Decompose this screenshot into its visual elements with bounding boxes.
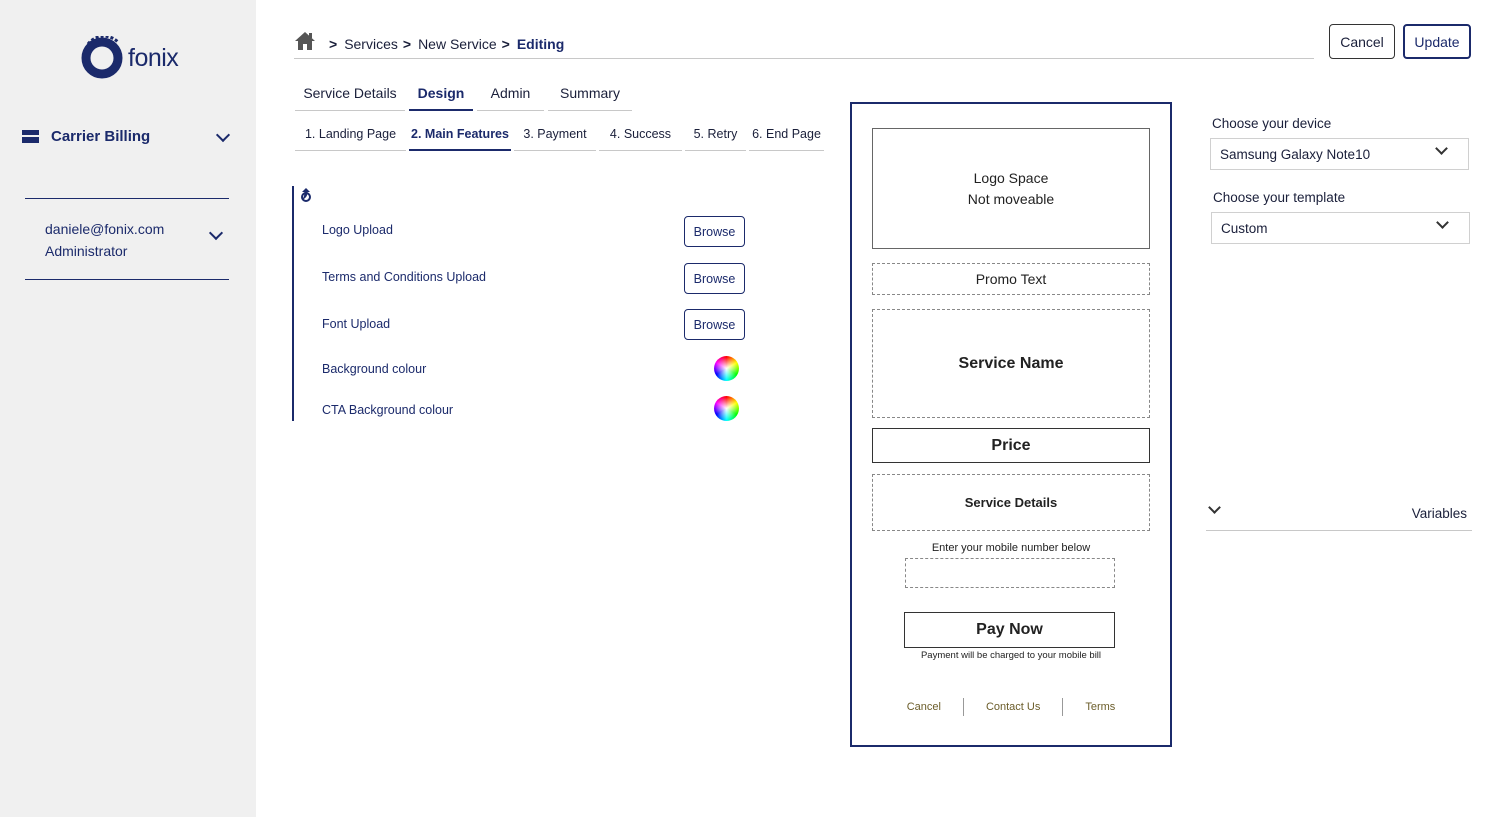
logo-upload-label: Logo Upload: [322, 223, 393, 237]
breadcrumb-editing: Editing: [516, 36, 565, 52]
device-label: Choose your device: [1212, 116, 1332, 131]
fonix-logo-icon: [80, 34, 124, 80]
preview-mobile-input[interactable]: [905, 558, 1115, 588]
terms-browse-button[interactable]: Browse: [684, 263, 745, 294]
chevron-down-icon: [1436, 216, 1449, 229]
preview-price[interactable]: Price: [872, 428, 1150, 463]
breadcrumb-services[interactable]: Services: [344, 36, 398, 52]
subtab-success[interactable]: 4. Success: [599, 124, 682, 151]
sidebar-item-label: Carrier Billing: [51, 128, 151, 145]
home-icon[interactable]: [294, 31, 316, 51]
sidebar-divider: [25, 279, 229, 280]
logo-browse-button[interactable]: Browse: [684, 216, 745, 247]
subtab-end-page[interactable]: 6. End Page: [749, 124, 824, 151]
breadcrumb-separator: >: [501, 36, 510, 52]
cta-colour-picker-icon[interactable]: [714, 396, 739, 421]
template-select-value: Custom: [1221, 220, 1268, 236]
preview-pay-now-button[interactable]: Pay Now: [904, 612, 1115, 648]
chevron-down-icon[interactable]: [1208, 501, 1221, 514]
user-role: Administrator: [45, 243, 128, 259]
variables-accordion[interactable]: Variables: [1206, 500, 1472, 531]
preview-footer-cancel[interactable]: Cancel: [885, 701, 963, 713]
breadcrumb-separator: >: [329, 36, 338, 52]
preview-logo-line2: Not moveable: [967, 190, 1055, 207]
main-tabs: Service Details Design Admin Summary: [295, 80, 636, 111]
chevron-down-icon: [1435, 142, 1448, 155]
tab-admin[interactable]: Admin: [477, 80, 544, 111]
user-email: daniele@fonix.com: [45, 221, 165, 237]
preview-logo-space[interactable]: Logo Space Not moveable: [872, 128, 1150, 249]
font-upload-label: Font Upload: [322, 317, 391, 331]
subtab-landing-page[interactable]: 1. Landing Page: [295, 124, 406, 151]
breadcrumb: > Services > New Service > Editing: [294, 30, 1314, 59]
background-colour-picker-icon[interactable]: [714, 356, 739, 381]
template-select[interactable]: Custom: [1211, 212, 1470, 244]
breadcrumb-separator: >: [402, 36, 412, 52]
chevron-down-icon[interactable]: [215, 127, 231, 142]
tab-service-details[interactable]: Service Details: [295, 80, 405, 111]
preview-footer: Cancel Contact Us Terms: [852, 698, 1170, 716]
design-subtabs: 1. Landing Page 2. Main Features 3. Paym…: [295, 124, 827, 151]
background-colour-label: Background colour: [322, 362, 427, 376]
preview-footer-terms[interactable]: Terms: [1063, 701, 1137, 713]
fonix-logo[interactable]: fonix: [80, 34, 179, 80]
subtab-main-features[interactable]: 2. Main Features: [409, 124, 511, 151]
sidebar: fonix Carrier Billing daniele@fonix.com …: [0, 0, 256, 817]
breadcrumb-new-service[interactable]: New Service: [418, 36, 497, 52]
device-select-value: Samsung Galaxy Note10: [1220, 146, 1371, 162]
credit-card-icon: [22, 130, 39, 143]
cancel-button[interactable]: Cancel: [1329, 24, 1395, 59]
preview-enter-mobile-label: Enter your mobile number below: [931, 542, 1091, 554]
subtab-retry[interactable]: 5. Retry: [685, 124, 746, 151]
user-menu[interactable]: daniele@fonix.com Administrator: [45, 218, 235, 262]
tab-design[interactable]: Design: [409, 80, 473, 111]
device-select[interactable]: Samsung Galaxy Note10: [1210, 138, 1469, 170]
cta-background-colour-label: CTA Background colour: [322, 403, 454, 417]
update-button[interactable]: Update: [1403, 24, 1471, 59]
preview-service-name[interactable]: Service Name: [872, 309, 1150, 418]
tab-summary[interactable]: Summary: [548, 80, 632, 111]
sidebar-divider: [25, 198, 229, 199]
preview-promo-text[interactable]: Promo Text: [872, 263, 1150, 295]
preview-footer-contact[interactable]: Contact Us: [964, 701, 1062, 713]
phone-preview: Logo Space Not moveable Promo Text Servi…: [850, 102, 1172, 747]
brand-name: fonix: [128, 43, 179, 72]
main-features-panel: Logo Upload Browse Terms and Conditions …: [292, 186, 752, 421]
variables-label: Variables: [1411, 506, 1467, 521]
subtab-payment[interactable]: 3. Payment: [514, 124, 596, 151]
preview-logo-line1: Logo Space: [973, 169, 1049, 186]
sidebar-item-carrier-billing[interactable]: Carrier Billing: [22, 127, 234, 145]
preview-charge-note: Payment will be charged to your mobile b…: [920, 650, 1102, 661]
terms-upload-label: Terms and Conditions Upload: [322, 270, 486, 284]
template-label: Choose your template: [1213, 190, 1346, 205]
preview-service-details[interactable]: Service Details: [872, 474, 1150, 531]
undo-icon[interactable]: [298, 186, 314, 202]
font-browse-button[interactable]: Browse: [684, 309, 745, 340]
